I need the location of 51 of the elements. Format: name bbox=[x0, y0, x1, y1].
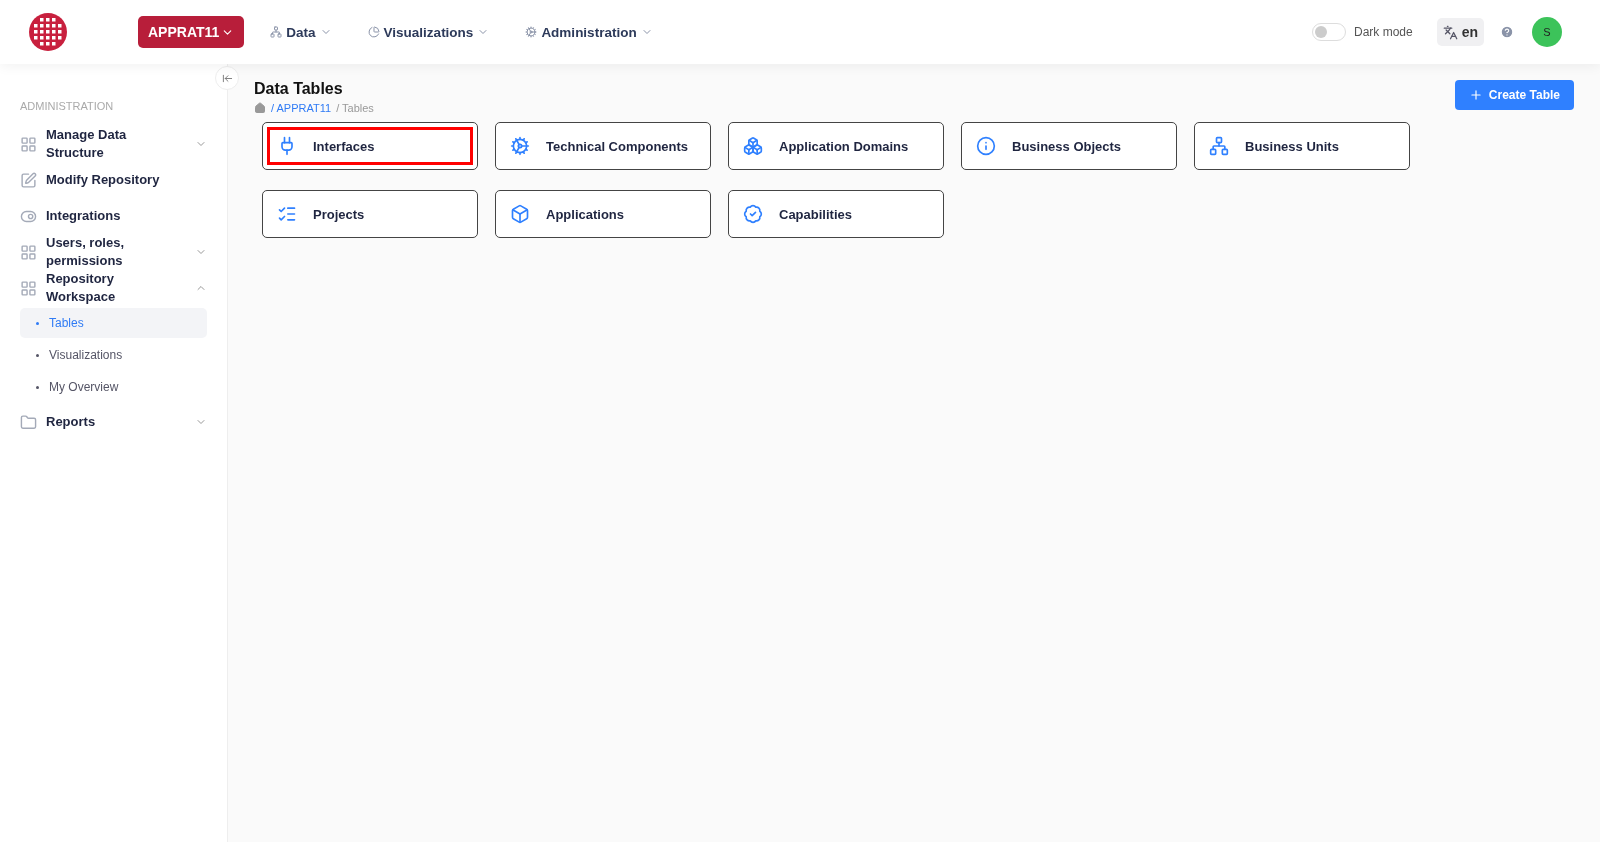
badge-icon bbox=[743, 204, 763, 224]
grid-icon bbox=[20, 243, 37, 261]
sidebar-subitem[interactable]: Visualizations bbox=[20, 340, 207, 370]
language-button[interactable]: en bbox=[1436, 18, 1484, 46]
dark-mode-toggle[interactable] bbox=[1311, 23, 1346, 41]
hierarchy-icon bbox=[270, 26, 283, 38]
breadcrumb-link[interactable]: / APPRAT11 bbox=[271, 102, 332, 114]
cubes-icon bbox=[743, 136, 763, 156]
sidebar-item[interactable]: Repository Workspace bbox=[20, 270, 207, 306]
pie-chart-icon bbox=[367, 26, 380, 38]
cube-icon bbox=[510, 204, 530, 224]
page-title: Data Tables bbox=[254, 80, 344, 98]
sidebar-section-title: ADMINISTRATION bbox=[20, 100, 115, 112]
table-card[interactable]: Application Domains bbox=[728, 122, 944, 170]
table-card[interactable]: Projects bbox=[262, 190, 478, 238]
workspace-button[interactable]: APPRAT11 bbox=[138, 16, 245, 48]
checklist-icon bbox=[277, 204, 297, 224]
folder-icon bbox=[20, 413, 37, 431]
sidebar-subitem[interactable]: Tables bbox=[20, 308, 207, 338]
hierarchy-icon bbox=[1209, 136, 1229, 156]
nav-menu[interactable]: Visualizations bbox=[361, 23, 496, 41]
table-card[interactable]: Applications bbox=[495, 190, 711, 238]
info-icon bbox=[976, 136, 996, 156]
dark-mode-label: Dark mode bbox=[1353, 25, 1413, 39]
gear-icon bbox=[525, 26, 538, 38]
table-card[interactable]: Interfaces bbox=[262, 122, 478, 170]
create-table-button[interactable]: Create Table bbox=[1454, 80, 1574, 110]
table-card[interactable]: Business Objects bbox=[961, 122, 1177, 170]
sidebar-item[interactable]: Modify Repository bbox=[20, 162, 207, 198]
nav-menu[interactable]: Administration bbox=[519, 23, 659, 41]
collapse-sidebar-button[interactable] bbox=[215, 66, 239, 90]
sidebar-item[interactable]: Integrations bbox=[20, 198, 207, 234]
gear-icon bbox=[510, 136, 530, 156]
home-icon[interactable] bbox=[254, 102, 266, 114]
sidebar-item[interactable]: Users, roles, permissions bbox=[20, 234, 207, 270]
table-card[interactable]: Business Units bbox=[1194, 122, 1410, 170]
nav-menu[interactable]: Data bbox=[264, 23, 338, 41]
table-card[interactable]: Capabilities bbox=[728, 190, 944, 238]
help-icon[interactable] bbox=[1500, 25, 1514, 39]
translate-icon bbox=[1442, 24, 1458, 40]
sidebar-subitem[interactable]: My Overview bbox=[20, 372, 207, 402]
plus-icon bbox=[1468, 88, 1483, 102]
user-avatar[interactable]: S bbox=[1532, 17, 1562, 47]
sidebar-item[interactable]: Reports bbox=[20, 404, 207, 440]
arrow-left-icon bbox=[221, 72, 233, 84]
grid-icon bbox=[20, 135, 37, 153]
edit-icon bbox=[20, 171, 37, 189]
grid-icon bbox=[20, 279, 37, 297]
sidebar-item[interactable]: Manage Data Structure bbox=[20, 126, 207, 162]
table-card[interactable]: Technical Components bbox=[495, 122, 711, 170]
globe-logo bbox=[28, 12, 68, 52]
